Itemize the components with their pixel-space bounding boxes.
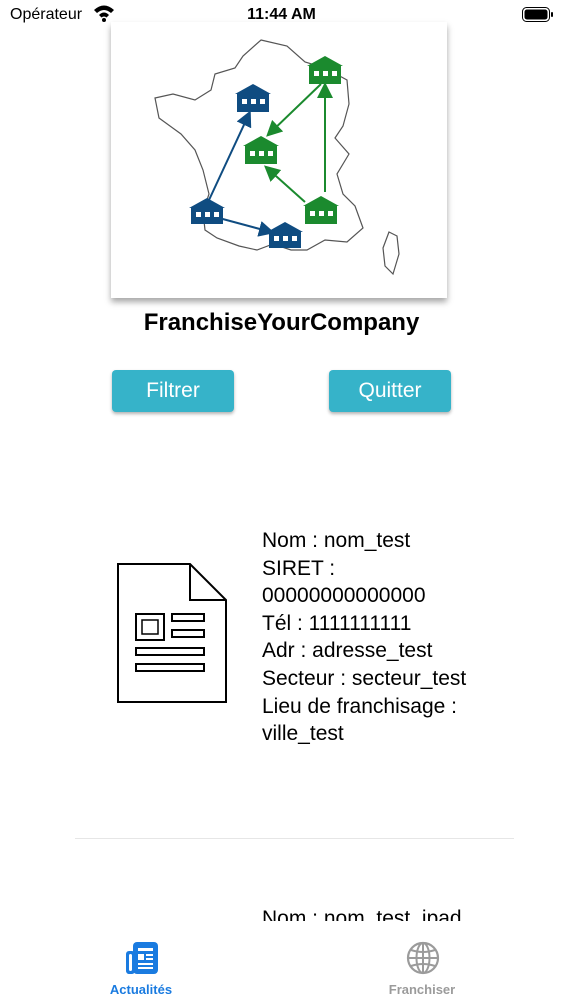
tab-franchiser[interactable]: Franchiser: [352, 921, 492, 1000]
tab-actualites-label: Actualités: [109, 982, 173, 997]
card-siret-label: SIRET :: [262, 556, 336, 580]
document-icon: [117, 563, 227, 703]
list-divider: [75, 838, 514, 839]
app-title: FranchiseYourCompany: [143, 309, 420, 336]
tab-bar: Actualités Franchiser: [0, 921, 563, 1000]
card-phone: Tél : 1111111111: [262, 611, 412, 635]
battery-icon: [522, 7, 553, 22]
france-map-logo: [154, 39, 400, 276]
house-icon: [267, 222, 303, 248]
house-icon: [189, 198, 225, 224]
house-icon: [303, 196, 339, 224]
card-location-label: Lieu de franchisage :: [262, 694, 457, 718]
globe-icon: [406, 941, 440, 975]
card-sector: Secteur : secteur_test: [262, 666, 467, 690]
tab-franchiser-label: Franchiser: [388, 982, 456, 997]
newspaper-icon: [126, 942, 158, 974]
house-icon: [235, 84, 271, 112]
house-icon: [243, 136, 279, 164]
quit-button[interactable]: Quitter: [329, 370, 451, 412]
house-icon: [307, 56, 343, 84]
card-siret-value: 00000000000000: [262, 584, 426, 608]
franchise-card-details[interactable]: Nom : nom_test SIRET : 00000000000000 Té…: [262, 527, 542, 748]
filter-button[interactable]: Filtrer: [112, 370, 234, 412]
card-location-value: ville_test: [262, 722, 344, 746]
card-name: Nom : nom_test: [262, 529, 411, 552]
app-logo: [111, 22, 447, 298]
tab-actualites[interactable]: Actualités: [71, 921, 211, 1000]
card-address: Adr : adresse_test: [262, 639, 433, 663]
